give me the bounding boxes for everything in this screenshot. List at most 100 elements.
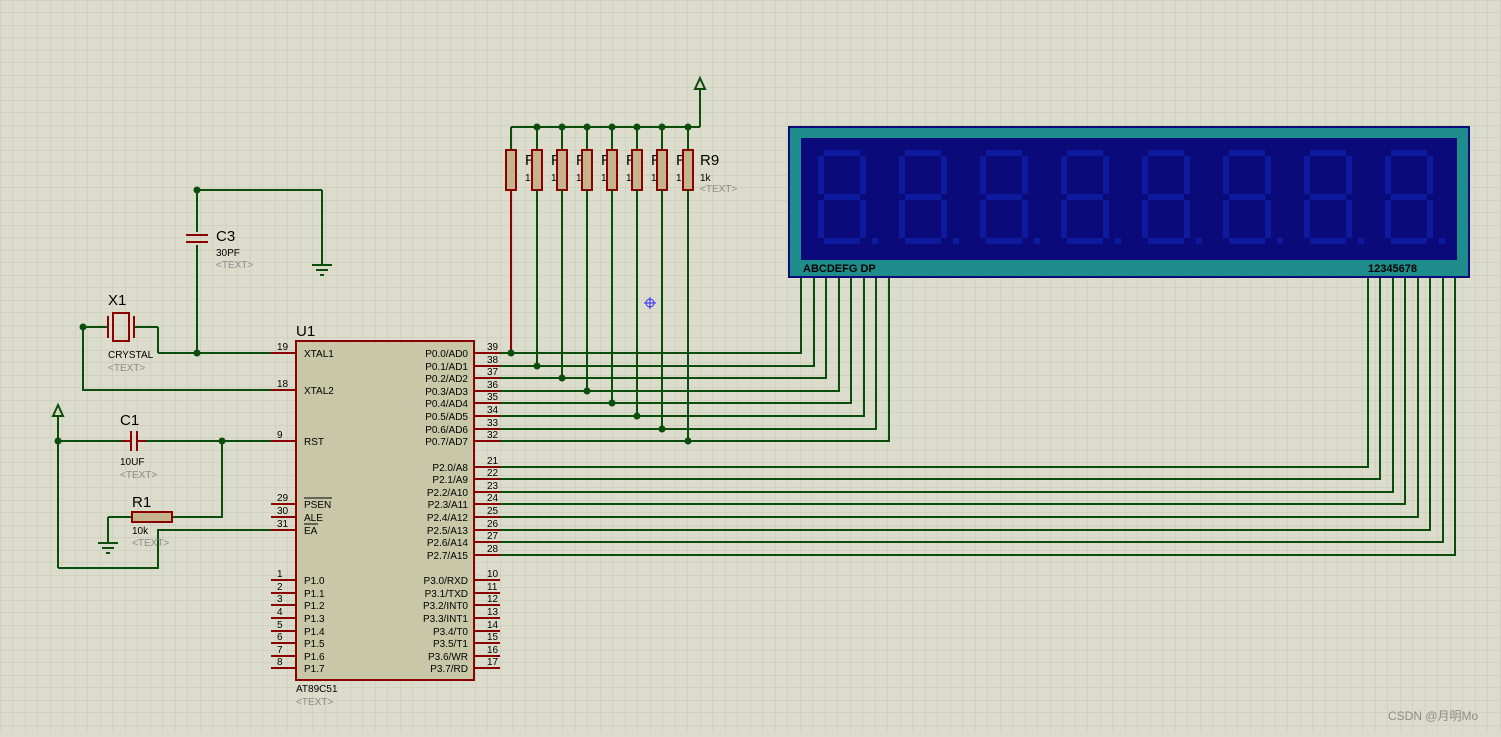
pin-name: P2.4/A12: [427, 513, 469, 524]
pin-number: 39: [487, 342, 499, 353]
x1-value: CRYSTAL: [108, 350, 154, 361]
pin-name: P2.7/A15: [427, 551, 469, 562]
pin-name: P0.5/AD5: [425, 412, 468, 423]
segment-labels: ABCDEFG DP: [803, 263, 876, 275]
pin-name: P3.0/RXD: [424, 576, 468, 587]
pin-number: 21: [487, 456, 499, 467]
pin-number: 4: [277, 607, 283, 618]
pin-number: 13: [487, 607, 499, 618]
pin-name: EA: [304, 526, 318, 537]
pin-name: P2.0/A8: [432, 463, 468, 474]
r1-ref: R1: [132, 494, 151, 511]
pin-number: 33: [487, 418, 499, 429]
c1-ref: C1: [120, 412, 139, 429]
pin-number: 34: [487, 405, 499, 416]
pin-name: P2.1/A9: [432, 475, 468, 486]
pin-name: P2.3/A11: [428, 500, 469, 511]
watermark: CSDN @月明Mo: [1388, 709, 1479, 723]
pin-number: 15: [487, 632, 499, 643]
pin-name: P0.4/AD4: [425, 399, 468, 410]
pin-number: 2: [277, 582, 283, 593]
pin-number: 8: [277, 657, 283, 668]
c3-text: <TEXT>: [216, 260, 253, 271]
pin-number: 5: [277, 620, 283, 631]
pin-name: P3.1/TXD: [425, 589, 468, 600]
pin-name: P1.3: [304, 614, 325, 625]
r9-value: 1k: [700, 173, 712, 184]
pin-name: ALE: [304, 513, 323, 524]
pin-name: P0.2/AD2: [425, 374, 468, 385]
pin-name: P3.5/T1: [433, 639, 468, 650]
pin-number: 30: [277, 506, 289, 517]
pin-number: 16: [487, 645, 499, 656]
mcu-text: <TEXT>: [296, 697, 333, 708]
pin-name: P1.7: [304, 664, 325, 675]
pin-number: 23: [487, 481, 499, 492]
pin-name: P1.5: [304, 639, 325, 650]
pin-number: 31: [277, 519, 289, 530]
pin-name: P3.6/WR: [428, 652, 468, 663]
r9-ref: R9: [700, 152, 719, 169]
pin-name: P2.5/A13: [427, 526, 469, 537]
pin-number: 18: [277, 379, 289, 390]
pin-number: 38: [487, 355, 499, 366]
pin-number: 9: [277, 430, 283, 441]
pin-name: P2.2/A10: [427, 488, 469, 499]
pin-number: 11: [487, 582, 498, 593]
pin-name: P2.6/A14: [427, 538, 469, 549]
pin-name: P1.0: [304, 576, 325, 587]
pin-name: XTAL1: [304, 349, 334, 360]
pin-number: 36: [487, 380, 499, 391]
pin-name: XTAL2: [304, 386, 334, 397]
pin-number: 14: [487, 620, 499, 631]
mcu-u1[interactable]: U1 AT89C51 <TEXT> 19XTAL118XTAL29RST29PS…: [271, 323, 500, 708]
pin-name: P0.3/AD3: [425, 387, 468, 398]
x1-ref: X1: [108, 292, 126, 309]
r1-text: <TEXT>: [132, 538, 169, 549]
pin-name: P3.2/INT0: [423, 601, 468, 612]
pin-number: 32: [487, 430, 499, 441]
pin-name: P3.4/T0: [433, 627, 468, 638]
r1-value: 10k: [132, 526, 149, 537]
x1-text: <TEXT>: [108, 363, 145, 374]
seven-segment-display[interactable]: ABCDEFG DP 12345678: [788, 126, 1470, 278]
svg-text:1: 1: [525, 173, 531, 184]
pin-number: 29: [277, 493, 289, 504]
pin-number: 12: [487, 594, 499, 605]
pin-name: P1.4: [304, 627, 325, 638]
pin-name: P3.3/INT1: [423, 614, 468, 625]
pin-number: 24: [487, 493, 499, 504]
pin-number: 25: [487, 506, 499, 517]
mcu-part: AT89C51: [296, 684, 338, 695]
pin-name: P0.1/AD1: [425, 362, 468, 373]
digit-labels: 12345678: [1368, 263, 1417, 275]
pin-name: P1.2: [304, 601, 325, 612]
pin-number: 26: [487, 519, 499, 530]
mcu-ref: U1: [296, 323, 315, 340]
pin-number: 6: [277, 632, 283, 643]
pin-name: P0.6/AD6: [425, 425, 468, 436]
pin-number: 27: [487, 531, 499, 542]
pin-number: 1: [277, 569, 283, 580]
pin-name: P3.7/RD: [430, 664, 468, 675]
pin-name: P0.0/AD0: [425, 349, 468, 360]
schematic-canvas[interactable]: C3 30PF <TEXT> X1 CRYSTAL <TEXT> C1 10UF…: [0, 0, 1501, 732]
pin-number: 3: [277, 594, 283, 605]
c1-text: <TEXT>: [120, 470, 157, 481]
svg-text:1: 1: [676, 173, 682, 184]
r9-text: <TEXT>: [700, 184, 737, 195]
pin-number: 37: [487, 367, 499, 378]
pin-name: PSEN: [304, 500, 331, 511]
pin-number: 7: [277, 645, 283, 656]
pin-number: 10: [487, 569, 499, 580]
c3-ref: C3: [216, 228, 235, 245]
c3-value: 30PF: [216, 248, 240, 259]
pin-name: P1.6: [304, 652, 325, 663]
pin-number: 35: [487, 392, 499, 403]
c1-value: 10UF: [120, 457, 144, 468]
pin-number: 19: [277, 342, 289, 353]
pin-number: 22: [487, 468, 499, 479]
pin-number: 28: [487, 544, 499, 555]
pin-name: P0.7/AD7: [425, 437, 468, 448]
pin-name: P1.1: [304, 589, 325, 600]
